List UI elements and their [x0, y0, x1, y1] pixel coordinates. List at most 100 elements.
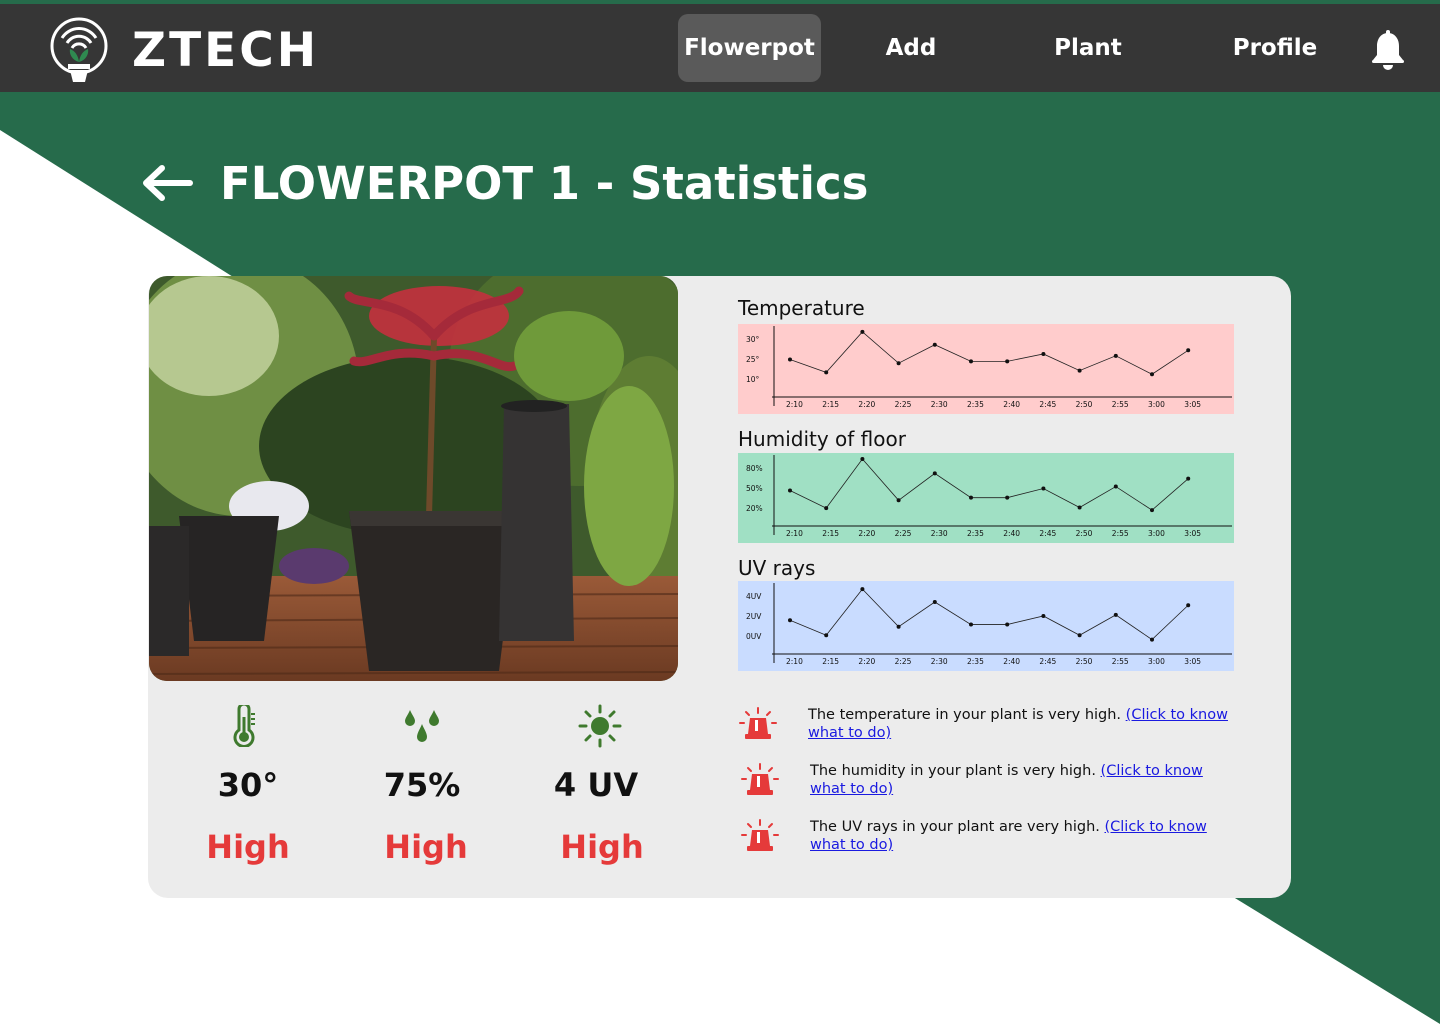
x-tick-label: 2:20 [858, 400, 875, 409]
temperature-value: 30° [217, 766, 279, 804]
x-tick-label: 3:00 [1148, 529, 1165, 538]
siren-icon [741, 763, 779, 795]
x-tick-label: 2:45 [1039, 400, 1056, 409]
x-tick-label: 2:30 [931, 657, 948, 666]
data-point [1005, 622, 1010, 627]
data-point [788, 488, 792, 493]
x-tick-label: 2:30 [931, 529, 948, 538]
x-tick-label: 2:45 [1039, 529, 1056, 538]
nav-item-add[interactable]: Add [860, 14, 962, 82]
data-point [932, 471, 937, 476]
nav-item-flowerpot[interactable]: Flowerpot [678, 14, 821, 82]
humidity-chart: 80% 50% 20% 2:10 2:15 2:20 2:25 2:30 2:35 2:40 2:4… [738, 453, 1234, 543]
sun-icon [578, 704, 622, 748]
temperature-status: High [206, 828, 290, 866]
x-tick-label: 2:15 [822, 400, 839, 409]
humidity-value: 75% [383, 766, 461, 804]
data-point [969, 495, 973, 500]
x-tick-label: 2:10 [786, 529, 803, 538]
uv-line-chart: 4UV 2UV 0UV 2:10 2:15 2:20 2:25 2:30 2:35 2:40 2:4… [738, 581, 1234, 671]
y-tick-label: 4UV [746, 592, 762, 601]
data-point [969, 622, 973, 627]
x-tick-label: 3:05 [1184, 657, 1201, 666]
data-point [824, 633, 829, 638]
data-point [1150, 637, 1154, 642]
smart-plant-logo-icon[interactable] [48, 16, 110, 84]
data-point [932, 342, 937, 347]
thermometer-icon [233, 705, 255, 747]
x-tick-label: 2:25 [895, 657, 912, 666]
x-tick-label: 2:20 [858, 657, 875, 666]
data-point [1150, 508, 1154, 513]
data-point [932, 600, 937, 605]
y-tick-label: 50% [746, 484, 763, 493]
humidity-status: High [384, 828, 468, 866]
data-point [1186, 603, 1191, 608]
nav-item-plant[interactable]: Plant [1030, 14, 1146, 82]
data-point [1041, 486, 1046, 491]
y-tick-label: 80% [746, 464, 763, 473]
x-tick-label: 2:30 [931, 400, 948, 409]
nav-item-profile[interactable]: Profile [1218, 14, 1332, 82]
data-point [1041, 613, 1046, 618]
y-tick-label: 2UV [746, 612, 762, 621]
siren-icon [741, 819, 779, 851]
x-tick-label: 2:50 [1076, 657, 1093, 666]
data-point [1005, 495, 1010, 500]
uv-chart: 4UV 2UV 0UV 2:10 2:15 2:20 2:25 2:30 2:35 2:40 2:4… [738, 581, 1234, 671]
data-point [1113, 484, 1118, 489]
uv-value: 4 UV [553, 766, 639, 804]
x-tick-label: 2:40 [1003, 657, 1020, 666]
data-point [896, 498, 901, 503]
y-tick-label: 25° [746, 355, 760, 364]
humidity-chart-title: Humidity of floor [738, 427, 906, 451]
alert-text: The humidity in your plant is very high. [810, 763, 1096, 779]
data-point [969, 359, 973, 364]
plant-photo [149, 276, 678, 681]
data-point [896, 361, 901, 366]
uv-status: High [560, 828, 644, 866]
x-tick-label: 2:15 [822, 529, 839, 538]
x-tick-label: 2:55 [1112, 657, 1129, 666]
x-tick-label: 3:00 [1148, 657, 1165, 666]
x-tick-label: 2:10 [786, 657, 803, 666]
y-tick-label: 30° [746, 335, 760, 344]
temperature-chart: 30° 25° 10° 2:10 2:15 2:20 2:25 2:30 2:35 2:40 2:4… [738, 324, 1234, 414]
temperature-chart-title: Temperature [738, 296, 865, 320]
x-tick-label: 2:35 [967, 657, 984, 666]
water-drops-icon [405, 710, 439, 742]
data-point [1077, 368, 1082, 373]
data-point [1077, 505, 1082, 510]
alert-text: The temperature in your plant is very hi… [808, 707, 1122, 723]
data-point [1077, 633, 1082, 638]
alert-text: The UV rays in your plant are very high. [810, 819, 1100, 835]
data-point [1150, 372, 1154, 377]
data-point [860, 329, 865, 334]
uv-chart-title: UV rays [738, 556, 816, 580]
x-tick-label: 2:35 [967, 400, 984, 409]
data-point [1041, 351, 1046, 356]
data-point [824, 506, 829, 511]
data-point [1186, 476, 1191, 481]
bell-icon[interactable] [1370, 30, 1406, 70]
x-tick-label: 2:35 [967, 529, 984, 538]
x-tick-label: 3:05 [1184, 400, 1201, 409]
temperature-line-chart: 30° 25° 10° 2:10 2:15 2:20 2:25 2:30 2:35 2:40 2:4… [738, 324, 1234, 414]
y-tick-label: 0UV [746, 632, 762, 641]
x-tick-label: 2:25 [895, 529, 912, 538]
x-tick-label: 2:40 [1003, 400, 1020, 409]
page-header: FLOWERPOT 1 - Statistics [140, 150, 868, 216]
x-tick-label: 2:40 [1003, 529, 1020, 538]
x-tick-label: 3:05 [1184, 529, 1201, 538]
humidity-line-chart: 80% 50% 20% 2:10 2:15 2:20 2:25 2:30 2:35 2:40 2:4… [738, 453, 1234, 543]
top-navbar: ZTECH Flowerpot Add Plant Profile [0, 0, 1440, 92]
x-tick-label: 2:55 [1112, 529, 1129, 538]
x-tick-label: 2:55 [1112, 400, 1129, 409]
x-tick-label: 2:10 [786, 400, 803, 409]
brand-name: ZTECH [132, 23, 320, 78]
x-tick-label: 2:50 [1076, 400, 1093, 409]
y-tick-label: 20% [746, 504, 763, 513]
x-tick-label: 2:50 [1076, 529, 1093, 538]
arrow-left-icon[interactable] [140, 163, 194, 203]
page-title: FLOWERPOT 1 - Statistics [220, 156, 869, 210]
